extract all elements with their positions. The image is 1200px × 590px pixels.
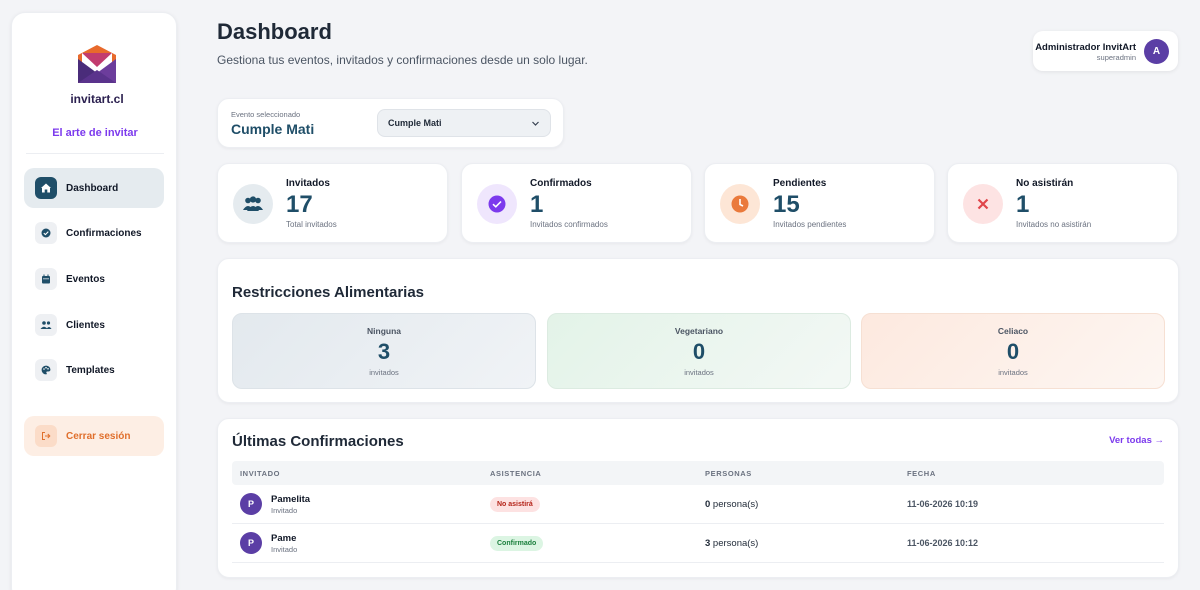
diet-count: 0 — [692, 339, 706, 364]
column-header[interactable]: PERSONAS — [705, 469, 752, 478]
avatar: P — [240, 493, 262, 515]
calendar-icon — [35, 268, 57, 290]
clock-icon — [720, 184, 760, 224]
sidebar-divider — [26, 153, 164, 154]
persons-suffix: persona(s) — [710, 499, 759, 510]
status-badge: Confirmado — [490, 536, 544, 551]
section-title: Restricciones Alimentarias — [232, 284, 425, 301]
page-title: Dashboard — [217, 19, 332, 44]
sidebar-item-confirmaciones[interactable]: Confirmaciones — [24, 213, 164, 253]
diet-card-celiaco: Celiaco 0 invitados — [861, 313, 1165, 389]
stat-label: No asistirán — [1016, 178, 1074, 189]
event-select-value: Cumple Mati — [388, 118, 442, 128]
table-row[interactable]: P Pame Invitado Confirmado 3 persona(s) … — [232, 524, 1164, 563]
sidebar-item-label: Dashboard — [66, 182, 119, 194]
sidebar-item-label: Templates — [66, 364, 115, 376]
home-icon — [35, 177, 57, 199]
palette-icon — [35, 359, 57, 381]
diet-count: 0 — [1006, 339, 1020, 364]
avatar[interactable]: A — [1144, 39, 1169, 64]
status-badge: No asistirá — [490, 497, 540, 512]
column-header[interactable]: INVITADO — [240, 469, 280, 478]
persons-count: 0 persona(s) — [705, 499, 758, 510]
diet-sub: invitados — [369, 368, 399, 377]
see-all-link[interactable]: Ver todas → — [1109, 435, 1164, 446]
tagline: El arte de invitar — [52, 127, 138, 139]
sidebar-item-label: Clientes — [66, 319, 105, 331]
sidebar-item-clientes[interactable]: Clientes — [24, 305, 164, 345]
stat-sub: Total invitados — [286, 220, 337, 229]
sidebar-item-label: Confirmaciones — [66, 227, 142, 239]
persons-suffix: persona(s) — [710, 538, 759, 549]
latest-confirmations-panel: Últimas Confirmaciones Ver todas → INVIT… — [217, 418, 1179, 578]
event-select[interactable]: Cumple Mati — [377, 109, 551, 137]
stat-value: 1 — [530, 191, 544, 218]
stat-sub: Invitados no asistirán — [1016, 220, 1092, 229]
stat-value: 15 — [773, 191, 800, 218]
sidebar-item-eventos[interactable]: Eventos — [24, 259, 164, 299]
logout-label: Cerrar sesión — [66, 430, 131, 442]
column-header[interactable]: ASISTENCIA — [490, 469, 541, 478]
chevron-down-icon — [532, 121, 539, 126]
column-header[interactable]: FECHA — [907, 469, 936, 478]
event-label: Evento seleccionado — [231, 110, 301, 119]
diet-name: Vegetariano — [674, 326, 724, 336]
guest-name: Pame — [271, 533, 297, 544]
sidebar-item-label: Eventos — [66, 273, 105, 285]
event-selector-card: Evento seleccionado Cumple Mati Cumple M… — [217, 98, 564, 148]
section-title: Últimas Confirmaciones — [232, 433, 404, 450]
logout-button[interactable]: Cerrar sesión — [24, 416, 164, 456]
sidebar-item-templates[interactable]: Templates — [24, 350, 164, 390]
stat-card-pendientes: Pendientes 15 Invitados pendientes — [704, 163, 935, 243]
user-role: superadmin — [1096, 53, 1136, 62]
logo[interactable]: invitart.cl — [62, 43, 132, 107]
sidebar: invitart.cl El arte de invitar Dashboard… — [11, 12, 177, 590]
sidebar-item-dashboard[interactable]: Dashboard — [24, 168, 164, 208]
dietary-restrictions-panel: Restricciones Alimentarias Ninguna 3 inv… — [217, 258, 1179, 403]
stat-card-invitados: Invitados 17 Total invitados — [217, 163, 448, 243]
table-header: INVITADO ASISTENCIA PERSONAS FECHA — [232, 461, 1164, 485]
users-icon — [233, 184, 273, 224]
guest-role: Invitado — [271, 506, 298, 515]
envelope-logo-icon — [78, 45, 116, 83]
persons-count: 3 persona(s) — [705, 538, 758, 549]
diet-name: Ninguna — [367, 326, 401, 336]
stat-label: Invitados — [286, 178, 330, 189]
stat-label: Pendientes — [773, 178, 827, 189]
page-subtitle: Gestiona tus eventos, invitados y confir… — [217, 53, 588, 67]
diet-sub: invitados — [684, 368, 714, 377]
logo-text: invitart.cl — [70, 92, 124, 106]
guest-role: Invitado — [271, 545, 298, 554]
avatar: P — [240, 532, 262, 554]
user-name: Administrador InvitArt — [1035, 42, 1136, 53]
stat-card-confirmados: Confirmados 1 Invitados confirmados — [461, 163, 692, 243]
guest-name: Pamelita — [271, 494, 311, 505]
diet-card-ninguna: Ninguna 3 invitados — [232, 313, 536, 389]
users-icon — [35, 314, 57, 336]
stat-label: Confirmados — [530, 178, 592, 189]
check-circle-icon — [35, 222, 57, 244]
x-icon — [963, 184, 1003, 224]
diet-sub: invitados — [998, 368, 1028, 377]
diet-count: 3 — [377, 339, 391, 364]
logout-icon — [35, 425, 57, 447]
table-row[interactable]: P Pamelita Invitado No asistirá 0 person… — [232, 485, 1164, 524]
confirmation-date: 11-06-2026 10:12 — [907, 538, 979, 548]
diet-name: Celiaco — [997, 326, 1029, 336]
user-menu[interactable]: Administrador InvitArt superadmin A — [1033, 31, 1178, 71]
stat-sub: Invitados pendientes — [773, 220, 847, 229]
confirmation-date: 11-06-2026 10:19 — [907, 499, 979, 509]
stat-card-no-asistiran: No asistirán 1 Invitados no asistirán — [947, 163, 1178, 243]
check-circle-icon — [477, 184, 517, 224]
stat-sub: Invitados confirmados — [530, 220, 608, 229]
stat-value: 1 — [1016, 191, 1030, 218]
stat-value: 17 — [286, 191, 313, 218]
diet-card-vegetariano: Vegetariano 0 invitados — [547, 313, 851, 389]
event-name: Cumple Mati — [231, 121, 315, 137]
